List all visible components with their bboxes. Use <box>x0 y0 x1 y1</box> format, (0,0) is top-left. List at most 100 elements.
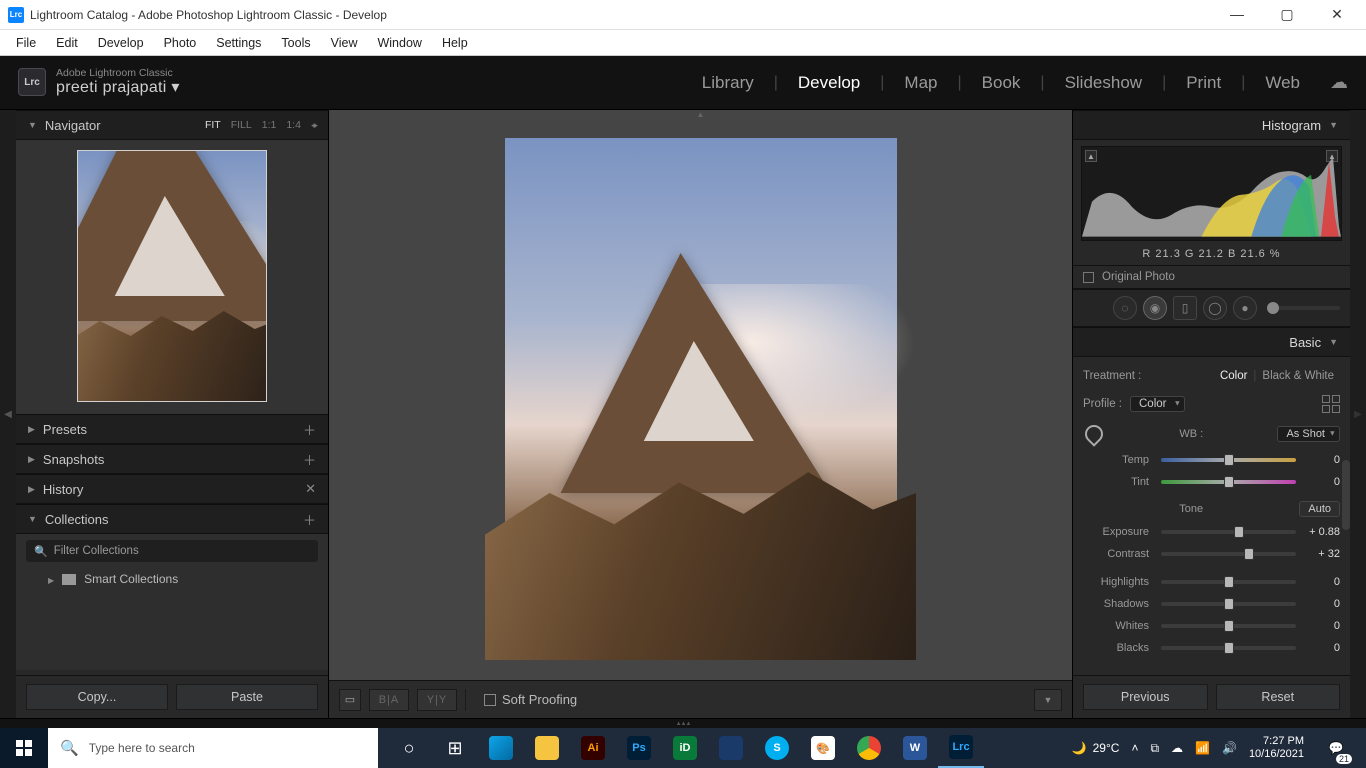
toolbar-options-dropdown[interactable]: ▼ <box>1034 689 1062 711</box>
temp-slider[interactable] <box>1161 458 1296 462</box>
basic-header[interactable]: Basic <box>1073 327 1350 357</box>
module-map[interactable]: Map <box>888 73 953 93</box>
taskbar-clock[interactable]: 7:27 PM 10/16/2021 <box>1249 735 1304 760</box>
before-after-lr-button[interactable]: B|A <box>369 689 409 711</box>
graduated-filter-tool[interactable]: ▯ <box>1173 296 1197 320</box>
paste-button[interactable]: Paste <box>176 684 318 710</box>
navigator-thumbnail[interactable] <box>77 150 267 402</box>
menu-photo[interactable]: Photo <box>154 32 207 54</box>
cortana-icon[interactable]: ○ <box>386 728 432 768</box>
menu-settings[interactable]: Settings <box>206 32 271 54</box>
history-header[interactable]: History ✕ <box>16 474 328 504</box>
radial-filter-tool[interactable]: ◯ <box>1203 296 1227 320</box>
wb-eyedropper-tool[interactable] <box>1083 423 1105 445</box>
module-develop[interactable]: Develop <box>782 73 876 93</box>
zoom-1to1[interactable]: 1:1 <box>262 119 277 131</box>
profile-dropdown[interactable]: Color <box>1130 396 1185 412</box>
window-close[interactable]: ✕ <box>1322 6 1352 23</box>
module-book[interactable]: Book <box>966 73 1037 93</box>
loupe-view-button[interactable]: ▭ <box>339 689 361 711</box>
toolbar-collapse-top[interactable] <box>329 110 1072 118</box>
highlights-slider[interactable] <box>1161 580 1296 584</box>
menu-view[interactable]: View <box>321 32 368 54</box>
filmstrip-collapse[interactable] <box>0 718 1366 728</box>
taskbar-app-lightroom[interactable]: Lrc <box>938 728 984 768</box>
zoom-ratio[interactable]: 1:4 <box>286 119 301 131</box>
menu-help[interactable]: Help <box>432 32 478 54</box>
tool-amount-slider[interactable] <box>1267 306 1340 310</box>
task-view-icon[interactable]: ⊞ <box>432 728 478 768</box>
identity-user[interactable]: preeti prajapati ▾ <box>56 79 180 97</box>
tray-meet-now-icon[interactable]: ⧉ <box>1150 741 1159 756</box>
taskbar-app-corel[interactable]: iD <box>662 728 708 768</box>
collections-filter-input[interactable]: 🔍 Filter Collections <box>26 540 318 562</box>
action-center-icon[interactable]: 💬21 <box>1316 728 1356 768</box>
taskbar-app-paint[interactable]: 🎨 <box>800 728 846 768</box>
tray-volume-icon[interactable]: 🔊 <box>1222 741 1237 755</box>
left-rail-collapse[interactable]: ◀ <box>0 110 16 718</box>
taskbar-app-chrome[interactable] <box>846 728 892 768</box>
zoom-stepper[interactable]: ◂▸ <box>311 120 316 131</box>
soft-proofing-toggle[interactable]: Soft Proofing <box>484 692 577 707</box>
whites-value[interactable]: 0 <box>1302 620 1340 632</box>
start-button[interactable] <box>0 728 48 768</box>
history-clear-icon[interactable]: ✕ <box>305 481 316 497</box>
contrast-slider[interactable] <box>1161 552 1296 556</box>
module-library[interactable]: Library <box>686 73 770 93</box>
before-after-tb-button[interactable]: Y|Y <box>417 689 457 711</box>
navigator-header[interactable]: Navigator FIT FILL 1:1 1:4 ◂▸ <box>16 110 328 140</box>
highlights-value[interactable]: 0 <box>1302 576 1340 588</box>
wb-preset-dropdown[interactable]: As Shot <box>1277 426 1340 442</box>
presets-header[interactable]: Presets ＋ <box>16 414 328 444</box>
original-photo-toggle[interactable]: Original Photo <box>1073 265 1350 289</box>
right-panel-scrollbar[interactable] <box>1342 460 1350 530</box>
snapshots-add-icon[interactable]: ＋ <box>303 450 316 469</box>
reset-button[interactable]: Reset <box>1216 684 1341 710</box>
tint-slider[interactable] <box>1161 480 1296 484</box>
menu-window[interactable]: Window <box>367 32 431 54</box>
whites-slider[interactable] <box>1161 624 1296 628</box>
menu-file[interactable]: File <box>6 32 46 54</box>
zoom-fit[interactable]: FIT <box>205 119 221 131</box>
histogram-display[interactable]: ▲ ▲ <box>1081 146 1342 241</box>
taskbar-search[interactable]: 🔍 Type here to search <box>48 728 378 768</box>
window-maximize[interactable]: ▢ <box>1272 6 1302 23</box>
taskbar-app-illustrator[interactable]: Ai <box>570 728 616 768</box>
module-print[interactable]: Print <box>1170 73 1237 93</box>
snapshots-header[interactable]: Snapshots ＋ <box>16 444 328 474</box>
smart-collections-item[interactable]: Smart Collections <box>26 568 318 590</box>
preview-image[interactable] <box>505 138 897 660</box>
tray-cloud-icon[interactable]: ☁ <box>1171 741 1183 755</box>
taskbar-app-explorer[interactable] <box>524 728 570 768</box>
menu-develop[interactable]: Develop <box>88 32 154 54</box>
presets-add-icon[interactable]: ＋ <box>303 420 316 439</box>
temp-value[interactable]: 0 <box>1302 454 1340 466</box>
shadows-value[interactable]: 0 <box>1302 598 1340 610</box>
zoom-fill[interactable]: FILL <box>231 119 252 131</box>
taskbar-app-generic1[interactable] <box>708 728 754 768</box>
previous-button[interactable]: Previous <box>1083 684 1208 710</box>
menu-tools[interactable]: Tools <box>271 32 320 54</box>
shadows-slider[interactable] <box>1161 602 1296 606</box>
contrast-value[interactable]: + 32 <box>1302 548 1340 560</box>
blacks-slider[interactable] <box>1161 646 1296 650</box>
module-slideshow[interactable]: Slideshow <box>1049 73 1159 93</box>
redeye-tool[interactable]: ◉ <box>1143 296 1167 320</box>
tone-auto-button[interactable]: Auto <box>1299 501 1340 517</box>
crop-tool[interactable] <box>1083 296 1107 320</box>
taskbar-app-word[interactable]: W <box>892 728 938 768</box>
histogram-header[interactable]: Histogram <box>1073 110 1350 140</box>
adjustment-brush-tool[interactable]: ● <box>1233 296 1257 320</box>
collections-header[interactable]: Collections ＋ <box>16 504 328 534</box>
exposure-value[interactable]: + 0.88 <box>1302 526 1340 538</box>
collections-add-icon[interactable]: ＋ <box>303 510 316 529</box>
right-rail-collapse[interactable]: ▶ <box>1350 110 1366 718</box>
spot-removal-tool[interactable]: ◌ <box>1113 296 1137 320</box>
taskbar-app-edge[interactable] <box>478 728 524 768</box>
profile-browser-icon[interactable] <box>1322 395 1340 413</box>
tray-chevron-icon[interactable]: ˄ <box>1131 741 1138 755</box>
taskbar-app-photoshop[interactable]: Ps <box>616 728 662 768</box>
module-web[interactable]: Web <box>1249 73 1316 93</box>
tray-wifi-icon[interactable]: 📶 <box>1195 741 1210 755</box>
taskbar-weather[interactable]: 🌙29°C <box>1072 741 1120 755</box>
